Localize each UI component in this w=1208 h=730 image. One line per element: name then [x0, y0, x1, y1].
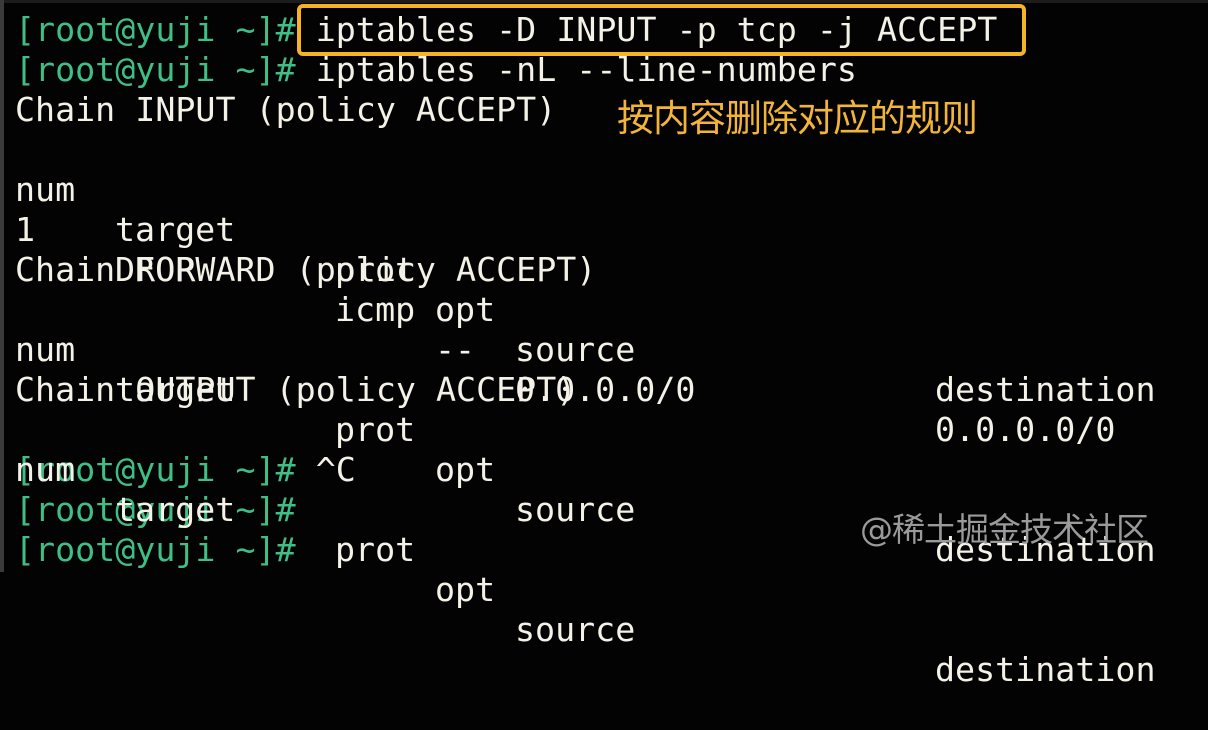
terminal-line-current-prompt[interactable]: [root@yuji ~]#: [15, 530, 997, 570]
table-header-row: num target prot opt source destination: [15, 290, 1156, 569]
window-left-edge: [0, 0, 4, 572]
col-destination: destination: [935, 370, 1156, 409]
terminal-line-interrupt: [root@yuji ~]# ^C: [15, 450, 997, 490]
col-target: target: [115, 370, 236, 409]
shell-prompt: [root@yuji ~]#: [15, 10, 296, 49]
col-source: source: [515, 330, 636, 369]
window-top-edge: [0, 0, 1208, 3]
col-prot: prot: [335, 530, 416, 569]
cell-opt: --: [435, 330, 476, 369]
shell-prompt: [root@yuji ~]#: [15, 50, 296, 89]
col-source: source: [515, 490, 636, 529]
terminal-line-list-command: [root@yuji ~]# iptables -nL --line-numbe…: [15, 50, 997, 90]
col-target: target: [115, 490, 236, 529]
col-source: source: [515, 610, 636, 649]
cell-num: 1: [15, 210, 36, 249]
col-num: num: [15, 330, 76, 369]
col-num: num: [15, 450, 76, 489]
command-text: ^C: [315, 450, 356, 489]
annotation-label: 按内容删除对应的规则: [617, 97, 978, 140]
col-target: target: [115, 210, 236, 249]
col-opt: opt: [435, 570, 496, 609]
cell-target: DROP: [115, 250, 196, 289]
col-prot: prot: [335, 250, 416, 289]
cell-source: 0.0.0.0/0: [515, 370, 696, 409]
col-destination: destination: [935, 650, 1156, 689]
command-highlight-box: [297, 4, 1026, 56]
col-opt: opt: [435, 450, 496, 489]
table-header-row: num target prot opt source destination: [15, 410, 1156, 689]
watermark: @稀土掘金技术社区: [860, 510, 1149, 549]
table-row: 1 DROP icmp -- 0.0.0.0/0 0.0.0.0/0: [15, 170, 1115, 449]
